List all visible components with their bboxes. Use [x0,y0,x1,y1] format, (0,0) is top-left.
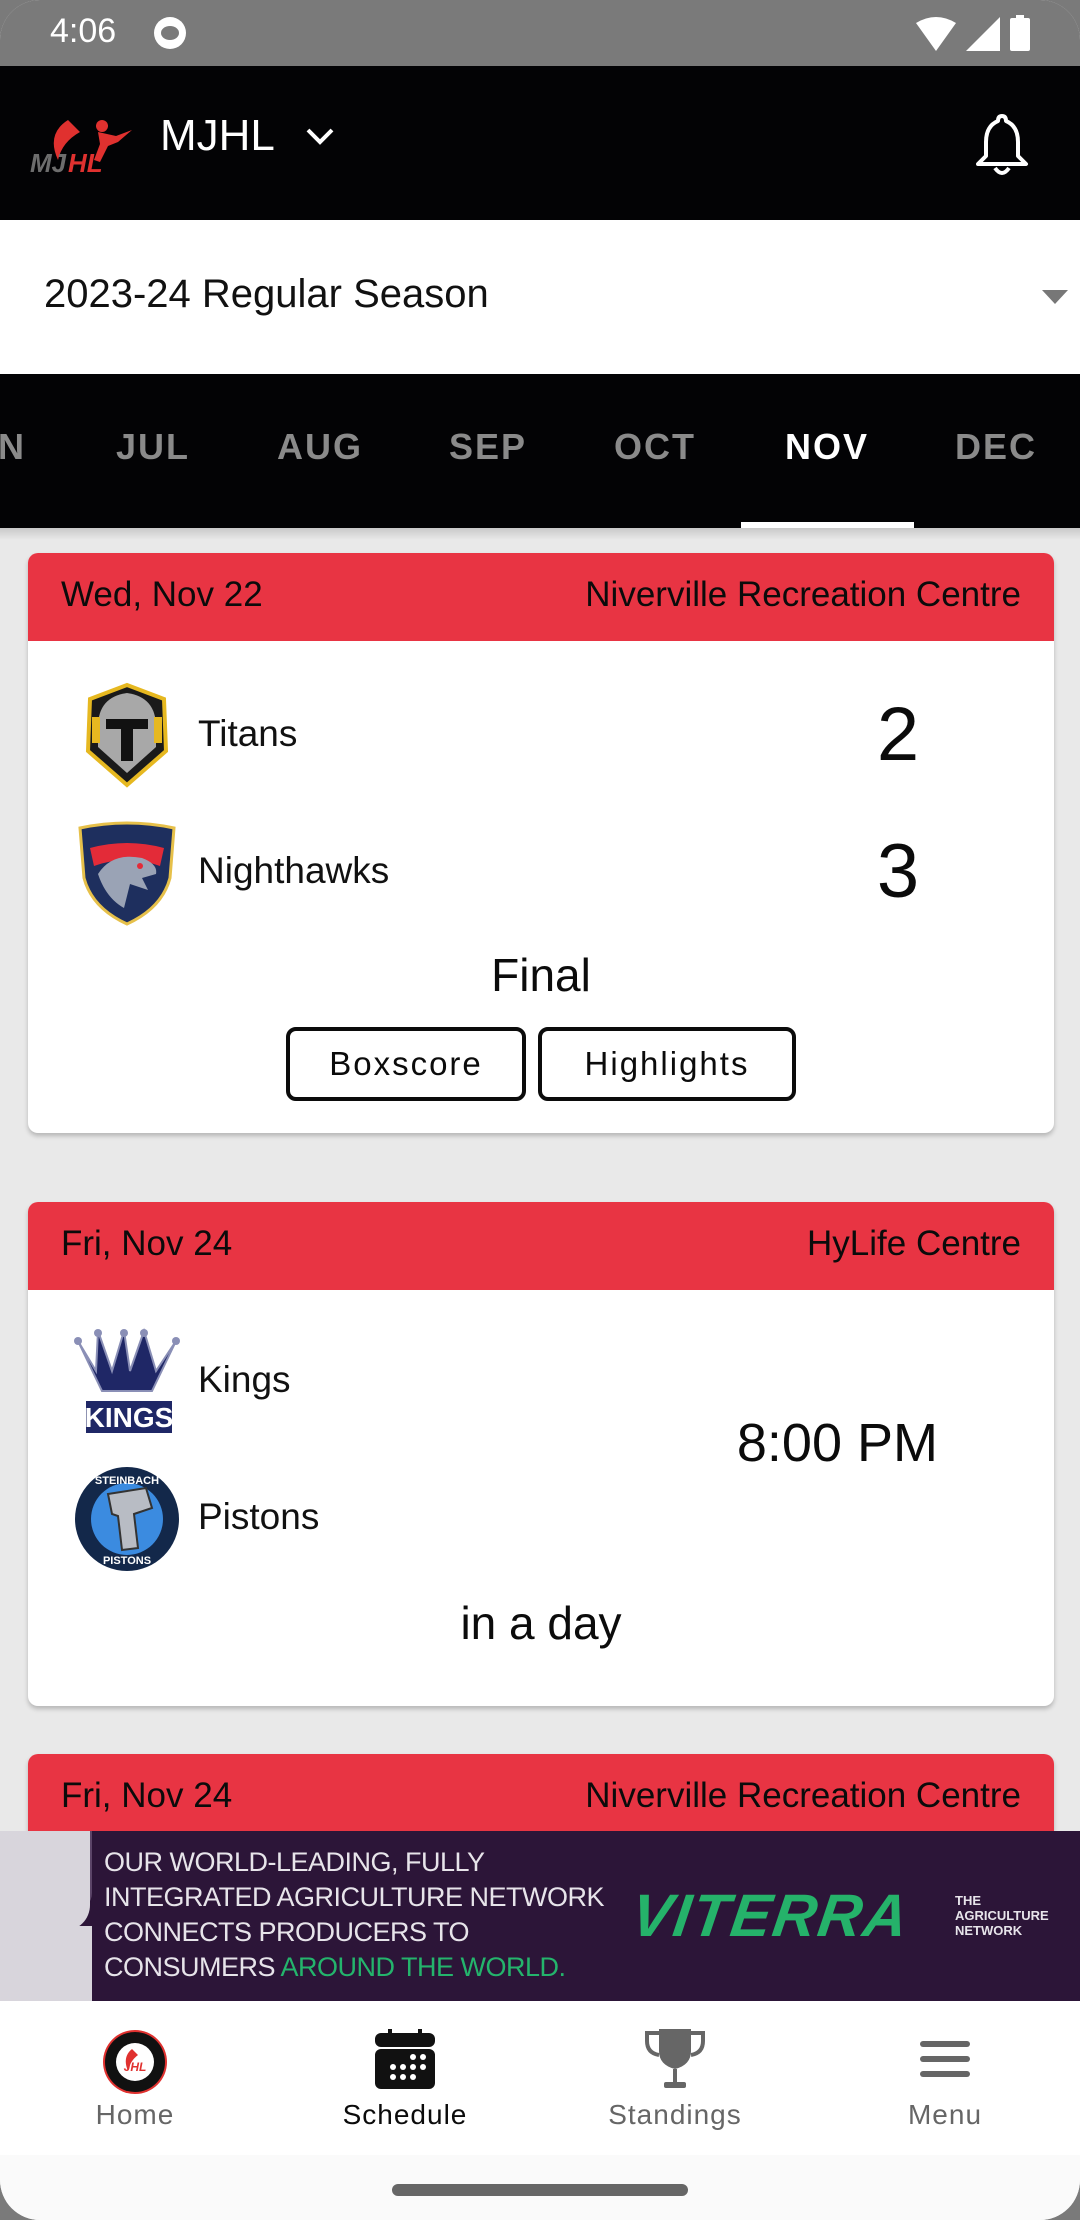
ad-line: OUR WORLD-LEADING, FULLY [104,1847,485,1877]
ad-decoration [0,1926,92,2001]
dropdown-caret-icon [1042,290,1068,304]
ad-line: CONNECTS PRODUCERS TO [104,1917,470,1947]
team-score: 3 [876,829,920,914]
game-actions: Boxscore Highlights [28,1027,1054,1101]
game-card[interactable]: Fri, Nov 24 HyLife Centre KINGS Kings ST… [28,1202,1054,1706]
ad-tagline-line: AGRICULTURE [955,1908,1049,1923]
game-venue: HyLife Centre [807,1224,1021,1263]
screen: 4:06 MJ HL MJHL 2023-24 Regular Season N [0,0,1080,2220]
season-dropdown[interactable]: 2023-24 Regular Season [0,220,1080,374]
game-card-header: Fri, Nov 24 HyLife Centre [28,1202,1054,1290]
nav-label: Home [95,2099,175,2130]
wifi-icon [916,17,956,51]
app-header: MJ HL MJHL [0,66,1080,220]
ad-line: CONSUMERS AROUND THE WORLD. [104,1950,604,1985]
game-venue: Niverville Recreation Centre [585,1776,1021,1815]
tab-jun[interactable]: N [0,426,26,468]
cellular-signal-icon [966,17,1000,51]
boxscore-button[interactable]: Boxscore [286,1027,526,1101]
svg-text:PISTONS: PISTONS [103,1555,151,1567]
ad-tagline-line: NETWORK [955,1923,1023,1938]
ad-tagline-line: THE [955,1893,981,1908]
tab-aug[interactable]: AUG [277,426,363,468]
team-name: Titans [198,713,298,754]
tab-nov[interactable]: NOV [785,426,869,468]
svg-text:MJ: MJ [30,148,67,176]
svg-text:JHL: JHL [124,2060,147,2074]
ad-decoration [0,1831,90,1931]
game-card[interactable]: Wed, Nov 22 Niverville Recreation Centre… [28,553,1054,1133]
game-time: 8:00 PM [736,1413,938,1473]
svg-text:STEINBACH: STEINBACH [95,1475,159,1487]
nav-label: Schedule [342,2099,468,2130]
nav-menu[interactable]: Menu [810,2001,1080,2155]
bottom-nav: JHL Home Schedule Standings Menu [0,2001,1080,2155]
app-notification-icon [154,17,186,49]
ad-line: INTEGRATED AGRICULTURE NETWORK [104,1882,605,1912]
bell-icon[interactable] [972,112,1032,178]
nighthawks-logo [78,821,176,926]
home-gesture-handle[interactable] [392,2184,688,2196]
tab-jul[interactable]: JUL [116,426,190,468]
team-name: Pistons [198,1496,320,1537]
nav-label: Standings [608,2099,742,2130]
titans-logo [85,682,169,788]
status-bar: 4:06 [0,0,1080,66]
team-name: Nighthawks [198,850,390,891]
team-score: 2 [876,692,920,777]
sponsor-ad-banner[interactable]: OUR WORLD-LEADING, FULLY INTEGRATED AGRI… [0,1831,1080,2001]
ad-copy: OUR WORLD-LEADING, FULLY INTEGRATED AGRI… [104,1845,605,1985]
ad-tagline: THE AGRICULTURE NETWORK [955,1893,1049,1938]
mjhl-logo: MJ HL [30,120,132,176]
month-tabs[interactable]: N JUL AUG SEP OCT NOV DEC [0,374,1080,528]
tab-dec[interactable]: DEC [955,426,1037,468]
nav-schedule[interactable]: Schedule [270,2001,540,2155]
game-card[interactable]: Fri, Nov 24 Niverville Recreation Centre [28,1754,1054,1831]
system-gesture-area [0,2155,1080,2220]
nav-home[interactable]: JHL Home [0,2001,270,2155]
svg-text:HL: HL [68,148,103,176]
season-selected-value: 2023-24 Regular Season [44,272,489,316]
league-badge-icon: JHL [103,2030,167,2094]
team-row: Nighthawks 3 [28,818,1054,928]
hamburger-menu-icon [920,2041,970,2077]
svg-text:KINGS: KINGS [85,1402,174,1433]
chevron-down-icon[interactable] [305,126,335,146]
league-name[interactable]: MJHL [160,111,275,161]
tab-sep[interactable]: SEP [449,426,527,468]
trophy-icon [645,2029,705,2088]
highlights-button[interactable]: Highlights [538,1027,796,1101]
game-card-header: Fri, Nov 24 Niverville Recreation Centre [28,1754,1054,1831]
game-status: Final [491,949,591,1001]
pistons-logo: STEINBACH PISTONS [75,1467,179,1571]
calendar-icon [375,2029,435,2089]
team-row: Titans 2 [28,681,1054,791]
game-card-header: Wed, Nov 22 Niverville Recreation Centre [28,553,1054,641]
battery-icon [1010,15,1030,51]
status-time: 4:06 [50,12,117,50]
viterra-logo: VITERRA [627,1882,915,1949]
game-date: Wed, Nov 22 [61,575,263,614]
game-status: in a day [460,1597,622,1649]
team-row: STEINBACH PISTONS Pistons [28,1464,1054,1574]
game-list[interactable]: Wed, Nov 22 Niverville Recreation Centre… [0,528,1080,1831]
ad-line-text: CONSUMERS [104,1952,281,1982]
game-date: Fri, Nov 24 [61,1224,233,1263]
game-date: Fri, Nov 24 [61,1776,233,1815]
nav-standings[interactable]: Standings [540,2001,810,2155]
team-name: Kings [198,1359,291,1400]
tab-oct[interactable]: OCT [614,426,696,468]
game-venue: Niverville Recreation Centre [585,575,1021,614]
nav-label: Menu [907,2099,983,2130]
kings-logo: KINGS [74,1327,180,1433]
ad-line-accent: AROUND THE WORLD. [280,1952,567,1982]
